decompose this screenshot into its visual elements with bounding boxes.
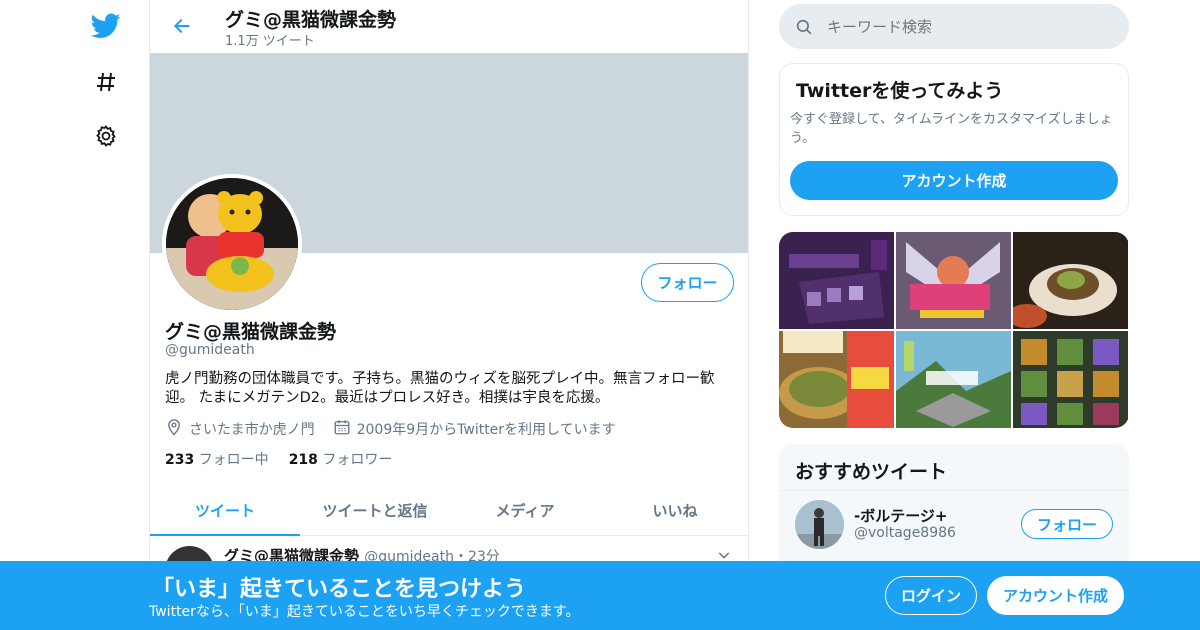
following-count: 233 — [165, 452, 195, 468]
search-bar[interactable] — [779, 4, 1129, 49]
gear-icon[interactable] — [90, 120, 122, 152]
media-thumbnail[interactable] — [896, 331, 1011, 428]
profile-handle: @gumideath — [165, 342, 255, 358]
left-nav — [0, 0, 150, 630]
signup-card-description: 今すぐ登録して、タイムラインをカスタマイズしましょう。 — [790, 112, 1113, 146]
search-input[interactable] — [827, 17, 1107, 36]
follow-button[interactable]: フォロー — [641, 263, 734, 302]
follow-counts: 233 フォロー中 218 フォロワー — [165, 449, 392, 469]
profile-location: さいたま市か虎ノ門 — [189, 422, 315, 438]
recommended-user-handle: @voltage8986 — [854, 525, 956, 541]
bottom-bar-title: 「いま」起きていることを見つけよう — [152, 577, 527, 602]
calendar-icon — [333, 418, 351, 440]
tab-likes[interactable]: いいね — [600, 485, 748, 535]
signup-card: Twitterを使ってみよう 今すぐ登録して、タイムラインをカスタマイズしましょ… — [779, 63, 1129, 216]
following-label: フォロー中 — [198, 452, 269, 468]
followers-label: フォロワー — [322, 452, 393, 468]
tab-media[interactable]: メディア — [450, 485, 600, 535]
media-thumbnail[interactable] — [779, 331, 894, 428]
hashtag-icon[interactable] — [90, 66, 122, 98]
login-button[interactable]: ログイン — [885, 576, 977, 615]
media-thumbnail[interactable] — [779, 232, 894, 329]
bottom-bar-subtitle: Twitterなら、「いま」起きていることをいち早くチェックできます。 — [149, 604, 580, 620]
sidebar-right: Twitterを使ってみよう 今すぐ登録して、タイムラインをカスタマイズしましょ… — [779, 0, 1129, 630]
profile-header-bar: グミ@黒猫微課金勢 1.1万 ツイート — [150, 0, 748, 53]
following-link[interactable]: 233 フォロー中 — [165, 449, 269, 469]
tweet-count: 1.1万 ツイート — [225, 34, 315, 49]
signup-card-title: Twitterを使ってみよう — [796, 80, 1004, 102]
media-thumbnail[interactable] — [1007, 232, 1128, 329]
media-thumbnail[interactable] — [896, 232, 1011, 329]
bottom-signup-bar: 「いま」起きていることを見つけよう Twitterなら、「いま」起きていることを… — [0, 561, 1200, 630]
recommended-user-name[interactable]: -ボルテージ+ — [854, 505, 948, 526]
media-grid — [779, 232, 1129, 428]
search-icon — [795, 18, 813, 36]
followers-count: 218 — [288, 452, 318, 468]
profile-joined: 2009年9月からTwitterを利用しています — [356, 422, 616, 438]
profile-tabs: ツイート ツイートと返信 メディア いいね — [150, 485, 748, 536]
signup-button[interactable]: アカウント作成 — [987, 576, 1124, 615]
create-account-button[interactable]: アカウント作成 — [790, 161, 1118, 200]
page-title: グミ@黒猫微課金勢 — [225, 9, 397, 31]
profile-meta: さいたま市か虎ノ門 2009年9月からTwitterを利用しています — [165, 418, 616, 440]
media-thumbnail[interactable] — [1013, 331, 1128, 428]
twitter-bird-icon[interactable] — [90, 10, 122, 42]
location-icon — [165, 418, 183, 440]
followers-link[interactable]: 218 フォロワー — [289, 449, 393, 469]
avatar[interactable] — [162, 174, 302, 314]
profile-column: グミ@黒猫微課金勢 1.1万 ツイート フォロー グミ@黒猫微課金勢 @gumi… — [149, 0, 749, 630]
profile-bio: 虎ノ門勤務の団体職員です。子持ち。黒猫のウィズを脳死プレイ中。無言フォロー歓迎。… — [165, 371, 715, 406]
tab-tweets-replies[interactable]: ツイートと返信 — [300, 485, 450, 535]
recommended-title: おすすめツイート — [795, 461, 948, 483]
profile-name: グミ@黒猫微課金勢 — [165, 321, 337, 343]
recommended-user-avatar[interactable] — [795, 500, 844, 549]
divider — [779, 490, 1129, 491]
back-arrow-icon[interactable] — [168, 12, 196, 40]
recommended-follow-button[interactable]: フォロー — [1021, 509, 1113, 539]
tab-tweets[interactable]: ツイート — [150, 485, 300, 536]
